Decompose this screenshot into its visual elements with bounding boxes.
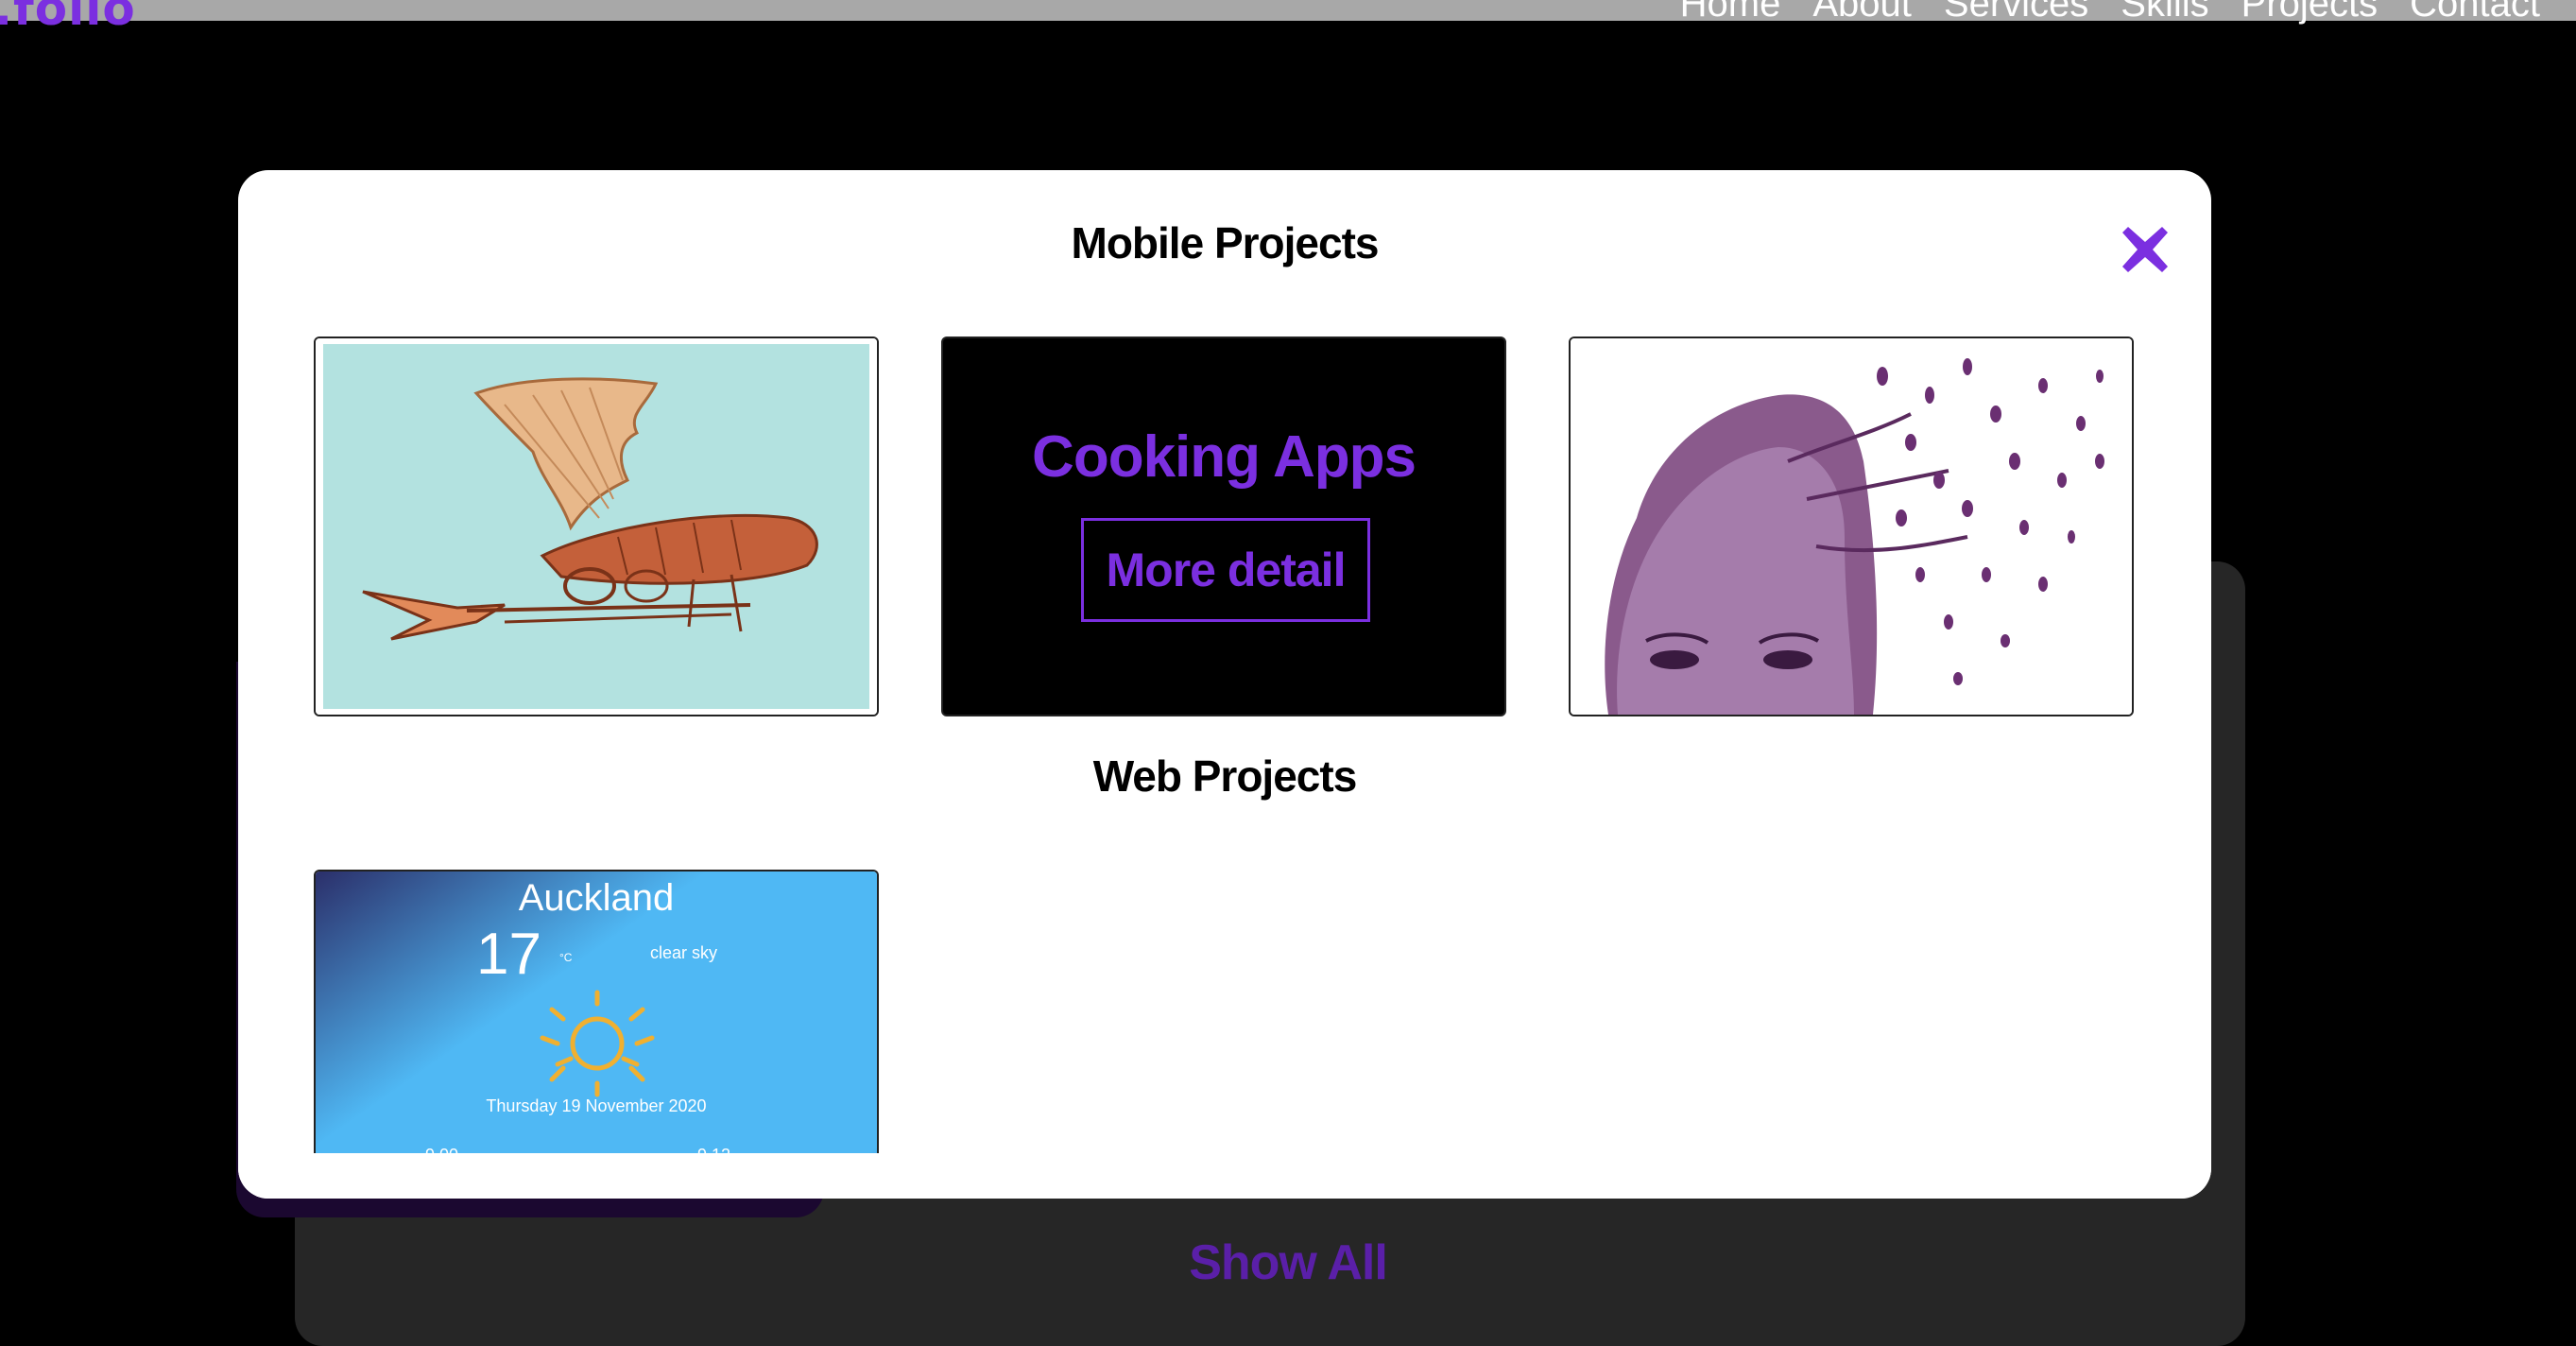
main-nav: Home About Services Skills Projects Cont… xyxy=(1680,0,2540,26)
nav-about[interactable]: About xyxy=(1812,0,1912,26)
nav-home[interactable]: Home xyxy=(1680,0,1781,26)
web-projects-title: Web Projects xyxy=(1092,751,1358,801)
card-title: Cooking Apps xyxy=(1032,424,1417,490)
project-card-face-art[interactable] xyxy=(1569,336,2134,716)
face-art-image xyxy=(1571,338,2132,715)
nav-contact[interactable]: Contact xyxy=(2410,0,2540,26)
projects-modal: Mobile Projects Cooking Apps More detail… xyxy=(238,170,2211,1199)
flying-machine-image xyxy=(316,338,877,715)
project-card-cooking-apps[interactable]: Cooking Apps More detail xyxy=(941,336,1506,716)
site-logo[interactable]: .folio xyxy=(0,0,136,36)
nav-projects[interactable]: Projects xyxy=(2241,0,2379,26)
nav-skills[interactable]: Skills xyxy=(2121,0,2208,26)
nav-services[interactable]: Services xyxy=(1944,0,2088,26)
modal-scroll-clip xyxy=(238,1153,2211,1199)
show-all-button[interactable]: Show All xyxy=(0,1234,2576,1291)
more-detail-button[interactable]: More detail xyxy=(1081,518,1370,622)
mobile-projects-title: Mobile Projects xyxy=(1071,218,1380,267)
sun-icon xyxy=(540,990,655,1097)
weather-date: Thursday 19 November 2020 xyxy=(486,1096,707,1115)
project-card-weather-app[interactable]: Auckland 17 °C clear sky Thursday 19 Nov… xyxy=(314,870,879,1199)
close-icon xyxy=(2122,227,2168,272)
project-card-flying-machine[interactable] xyxy=(314,336,879,716)
close-button[interactable] xyxy=(2119,223,2172,276)
